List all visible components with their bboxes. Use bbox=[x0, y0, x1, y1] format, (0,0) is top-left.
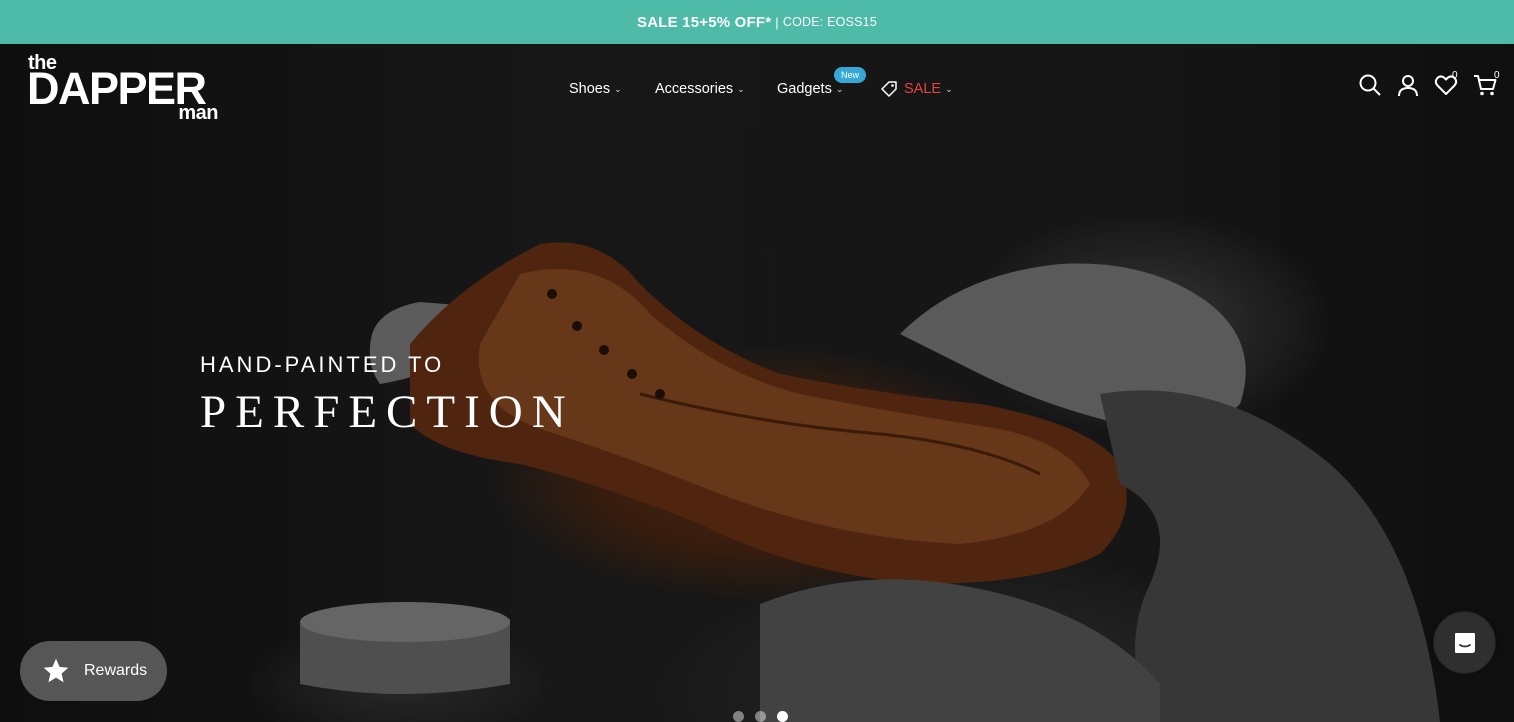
chat-button[interactable] bbox=[1433, 611, 1496, 674]
nav-item-accessories[interactable]: Accessories ⌄ bbox=[655, 81, 745, 97]
cart-count: 0 bbox=[1494, 70, 1500, 81]
account-button[interactable] bbox=[1395, 72, 1421, 98]
slider-dot-2[interactable] bbox=[755, 711, 766, 722]
nav-item-shoes[interactable]: Shoes ⌄ bbox=[569, 81, 622, 97]
hero-image bbox=[0, 44, 1514, 722]
star-icon bbox=[43, 658, 69, 683]
user-icon bbox=[1398, 75, 1418, 97]
nav-item-gadgets-label: Gadgets bbox=[777, 81, 832, 97]
hero-title: PERFECTION bbox=[200, 386, 575, 438]
announcement-sale: SALE 15+5% OFF* bbox=[637, 13, 772, 31]
slider-dot-3[interactable] bbox=[777, 711, 788, 722]
hero-banner[interactable] bbox=[0, 44, 1514, 722]
nav-item-gadgets[interactable]: Gadgets ⌄ bbox=[777, 81, 843, 97]
announcement-code: CODE: EOSS15 bbox=[782, 15, 877, 29]
slider-dots bbox=[733, 711, 788, 722]
price-tag-icon bbox=[881, 81, 897, 97]
slider-dot-1[interactable] bbox=[733, 711, 744, 722]
nav-item-shoes-label: Shoes bbox=[569, 81, 611, 97]
site-logo[interactable]: the DAPPER man bbox=[27, 53, 219, 123]
chevron-down-icon: ⌄ bbox=[737, 83, 745, 94]
rewards-button[interactable]: Rewards bbox=[20, 641, 167, 701]
nav-item-sale[interactable]: SALE ⌄ bbox=[879, 79, 953, 99]
nav-item-sale-label: SALE bbox=[904, 81, 942, 97]
search-button[interactable] bbox=[1357, 72, 1383, 98]
nav-item-accessories-label: Accessories bbox=[655, 81, 734, 97]
search-icon bbox=[1359, 74, 1381, 96]
hero-subtitle: HAND-PAINTED TO bbox=[200, 352, 445, 377]
logo-man: man bbox=[178, 102, 218, 124]
rewards-label: Rewards bbox=[84, 662, 148, 679]
wishlist-count: 0 bbox=[1452, 70, 1458, 81]
chat-icon bbox=[1454, 632, 1475, 653]
chevron-down-icon: ⌄ bbox=[945, 83, 953, 94]
announcement-separator: | bbox=[775, 14, 779, 30]
announcement-bar[interactable]: SALE 15+5% OFF* | CODE: EOSS15 bbox=[0, 0, 1514, 44]
chevron-down-icon: ⌄ bbox=[614, 83, 622, 94]
chevron-down-icon: ⌄ bbox=[835, 83, 844, 94]
new-badge: New bbox=[834, 67, 866, 83]
